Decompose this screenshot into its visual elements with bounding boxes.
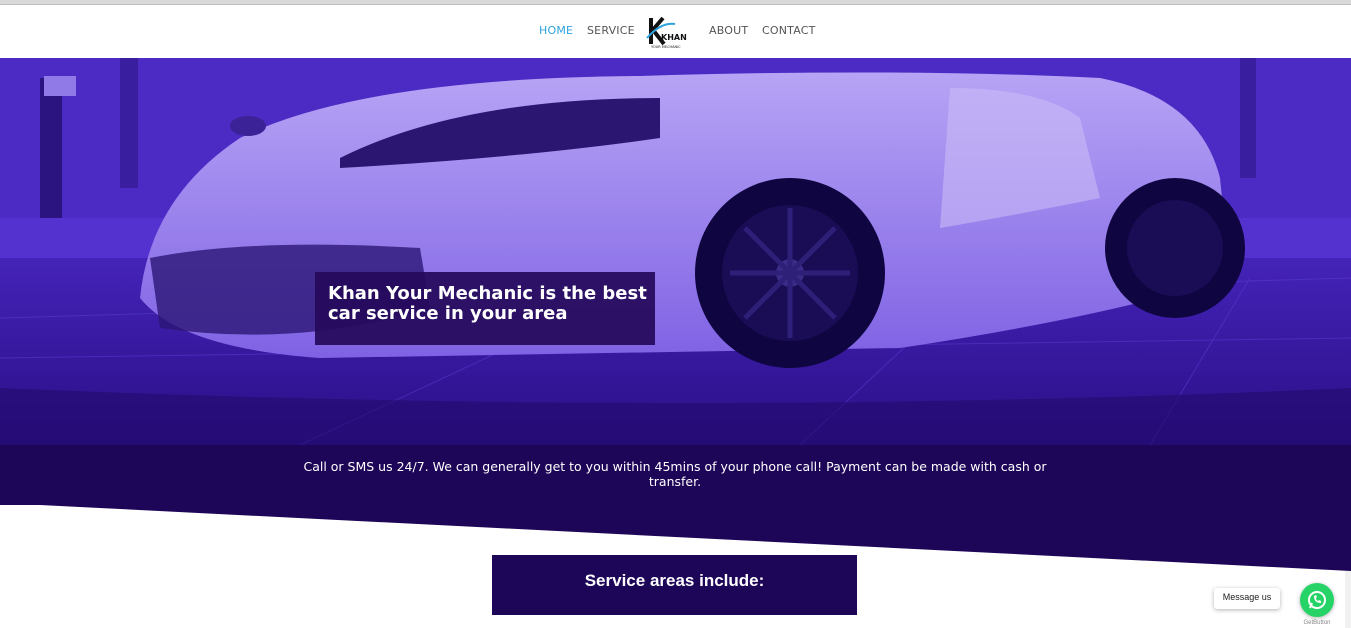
site-logo[interactable]: KHAN YOUR MECHANIC [645,14,689,50]
service-areas-title: Service areas include: [584,571,765,590]
hero-car-image [0,58,1351,445]
hero-section [0,58,1351,445]
main-nav: HOME SERVICE KHAN YOUR MECHANIC ABOUT CO… [0,5,1351,58]
logo-subtext: YOUR MECHANIC [651,45,681,49]
nav-about[interactable]: ABOUT [709,24,748,37]
nav-home[interactable]: HOME [539,24,573,37]
getbutton-brand: GetButton [1303,620,1331,626]
message-us-label[interactable]: Message us [1214,592,1280,602]
whatsapp-icon [1308,591,1326,609]
whatsapp-button[interactable] [1300,583,1334,617]
logo-text: KHAN [661,33,687,42]
site-header: HOME SERVICE KHAN YOUR MECHANIC ABOUT CO… [0,5,1351,58]
nav-contact[interactable]: CONTACT [762,24,816,37]
khan-logo-icon: KHAN YOUR MECHANIC [646,16,687,49]
hero-headline: Khan Your Mechanic is the best car servi… [328,283,647,324]
contact-info-text: Call or SMS us 24/7. We can generally ge… [303,459,1047,489]
nav-service[interactable]: SERVICE [587,24,635,37]
